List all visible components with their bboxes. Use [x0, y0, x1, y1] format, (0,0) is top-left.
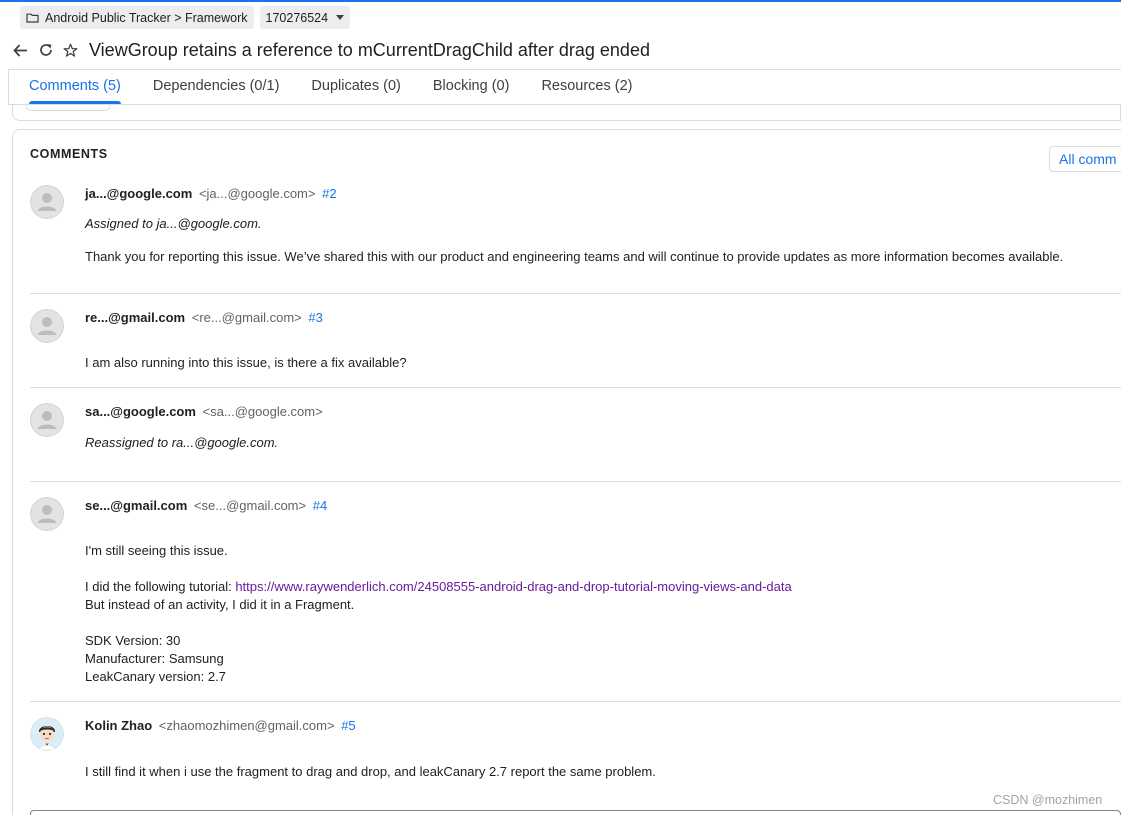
comment-header: re...@gmail.com <re...@gmail.com> #3: [85, 310, 323, 325]
issue-id-label: 170276524: [265, 10, 329, 25]
comment-text: I still find it when i use the fragment …: [85, 764, 656, 779]
tab-duplicates[interactable]: Duplicates (0): [311, 78, 400, 106]
comment-author-email: <ja...@google.com>: [198, 186, 316, 201]
comment-text: Thank you for reporting this issue. We’v…: [85, 249, 1064, 264]
tutorial-link[interactable]: https://www.raywenderlich.com/24508555-a…: [235, 579, 791, 594]
comment-author-email: <zhaomozhimen@gmail.com>: [158, 718, 335, 733]
comment-text: Reassigned to ra...@google.com.: [85, 435, 279, 450]
breadcrumb: Android Public Tracker > Framework 17027…: [20, 6, 351, 29]
breadcrumb-project-chip[interactable]: Android Public Tracker > Framework: [20, 6, 254, 29]
reply-box-edge[interactable]: [30, 810, 1121, 815]
previous-panel-button-edge: [25, 104, 111, 111]
comment-author-email: <re...@gmail.com>: [191, 310, 302, 325]
comment-item: re...@gmail.com <re...@gmail.com> #3 I a…: [30, 293, 1121, 388]
comment-number-link[interactable]: #3: [308, 310, 322, 325]
top-accent-line: [0, 0, 1121, 2]
comment-number-link[interactable]: #4: [313, 498, 327, 513]
comment-author[interactable]: re...@gmail.com: [85, 310, 185, 325]
comment-item: sa...@google.com <sa...@google.com> Reas…: [30, 387, 1121, 482]
comment-item: se...@gmail.com <se...@gmail.com> #4 I'm…: [30, 481, 1121, 702]
breadcrumb-project-label: Android Public Tracker > Framework: [45, 10, 248, 25]
comment-item: ja...@google.com <ja...@google.com> #2 A…: [30, 170, 1121, 294]
comment-text: Assigned to ja...@google.com.: [85, 216, 262, 231]
page-title: ViewGroup retains a reference to mCurren…: [89, 39, 650, 60]
tab-comments[interactable]: Comments (5): [29, 78, 121, 106]
comment-header: se...@gmail.com <se...@gmail.com> #4: [85, 498, 327, 513]
comments-heading: COMMENTS: [30, 147, 108, 161]
comment-text: I am also running into this issue, is th…: [85, 355, 407, 370]
refresh-icon[interactable]: [37, 42, 54, 59]
user-avatar-icon[interactable]: [30, 717, 64, 751]
comment-text: I did the following tutorial: https://ww…: [85, 578, 792, 596]
star-outline-icon[interactable]: [62, 42, 79, 59]
watermark-text: CSDN @mozhimen: [993, 793, 1103, 807]
comment-author[interactable]: ja...@google.com: [85, 186, 192, 201]
comment-text: I'm still seeing this issue.: [85, 543, 228, 558]
caret-down-icon: [336, 15, 345, 20]
arrow-left-icon[interactable]: [12, 42, 29, 59]
default-avatar-icon[interactable]: [30, 185, 64, 219]
comment-text-prefix: I did the following tutorial:: [85, 579, 236, 594]
comment-text: But instead of an activity, I did it in …: [85, 597, 355, 612]
comment-author[interactable]: sa...@google.com: [85, 404, 196, 419]
comment-text: SDK Version: 30: [85, 633, 181, 648]
comment-text: LeakCanary version: 2.7: [85, 669, 226, 684]
comment-header: ja...@google.com <ja...@google.com> #2: [85, 186, 337, 201]
comment-header: Kolin Zhao <zhaomozhimen@gmail.com> #5: [85, 718, 356, 733]
default-avatar-icon[interactable]: [30, 309, 64, 343]
tab-resources[interactable]: Resources (2): [541, 78, 632, 106]
folder-icon: [26, 13, 39, 23]
comment-number-link[interactable]: #5: [341, 718, 355, 733]
comment-author-email: <se...@gmail.com>: [193, 498, 307, 513]
title-bar: ViewGroup retains a reference to mCurren…: [12, 38, 650, 62]
comment-author[interactable]: Kolin Zhao: [85, 718, 152, 733]
comment-header: sa...@google.com <sa...@google.com>: [85, 404, 323, 419]
issue-id-chip[interactable]: 170276524: [259, 6, 351, 29]
all-comments-button[interactable]: All comm: [1049, 146, 1121, 172]
comment-author[interactable]: se...@gmail.com: [85, 498, 187, 513]
default-avatar-icon[interactable]: [30, 497, 64, 531]
comment-author-email: <sa...@google.com>: [202, 404, 323, 419]
previous-panel-edge: [12, 104, 1121, 121]
default-avatar-icon[interactable]: [30, 403, 64, 437]
comment-item: Kolin Zhao <zhaomozhimen@gmail.com> #5 I…: [30, 701, 1121, 806]
tab-dependencies[interactable]: Dependencies (0/1): [153, 78, 280, 106]
comment-number-link[interactable]: #2: [322, 186, 336, 201]
comment-text: Manufacturer: Samsung: [85, 651, 224, 666]
tab-strip: Comments (5) Dependencies (0/1) Duplicat…: [8, 69, 1121, 105]
tab-blocking[interactable]: Blocking (0): [433, 78, 510, 106]
